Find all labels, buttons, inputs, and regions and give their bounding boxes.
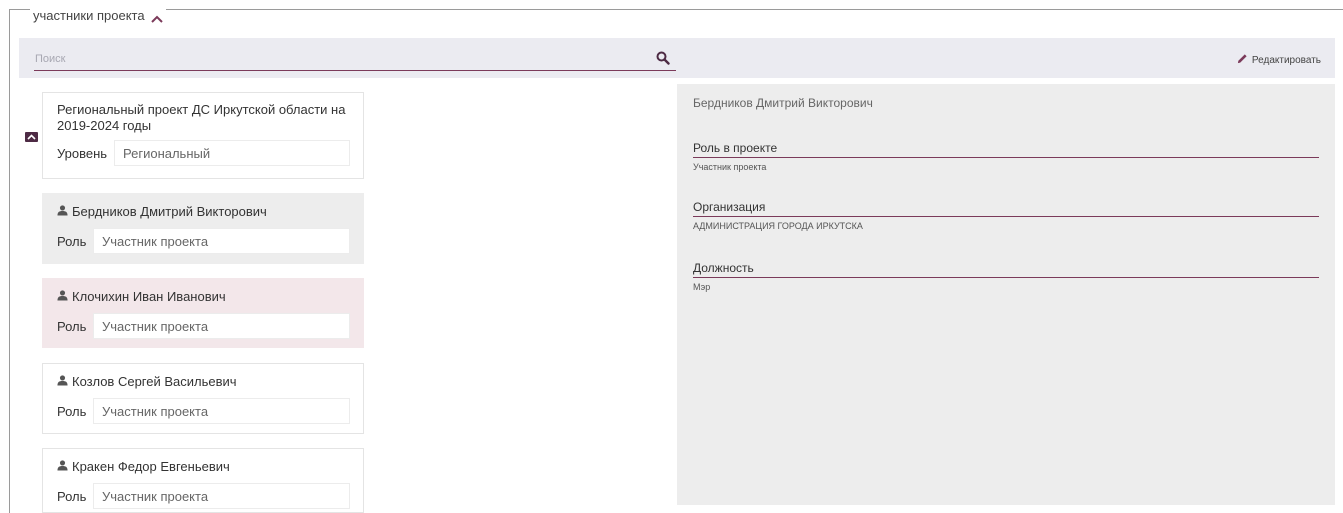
participant-card[interactable]: Бердников Дмитрий Викторович Роль Участн… bbox=[42, 193, 364, 264]
participant-role-row: Роль Участник проекта bbox=[57, 398, 350, 424]
chevron-up-icon[interactable] bbox=[150, 12, 163, 23]
user-icon bbox=[57, 289, 68, 304]
participant-name-row: Бердников Дмитрий Викторович bbox=[57, 204, 350, 219]
role-label: Роль bbox=[57, 318, 87, 334]
edit-button-label: Редактировать bbox=[1251, 54, 1321, 66]
role-label: Роль bbox=[57, 403, 87, 419]
user-icon bbox=[57, 459, 68, 474]
participant-card[interactable]: Клочихин Иван Иванович Роль Участник про… bbox=[42, 278, 364, 348]
detail-position-value: Мэр bbox=[693, 282, 711, 292]
participant-name-row: Клочихин Иван Иванович bbox=[57, 289, 350, 304]
user-icon bbox=[57, 374, 68, 389]
detail-role-field: Роль в проекте Участник проекта bbox=[693, 141, 1319, 172]
role-label: Роль bbox=[57, 233, 87, 249]
role-value: Участник проекта bbox=[93, 398, 350, 424]
project-level-row: Уровень Региональный bbox=[57, 140, 350, 166]
participant-name: Бердников Дмитрий Викторович bbox=[72, 204, 267, 219]
detail-org-label: Организация bbox=[693, 200, 1319, 217]
participant-detail-panel: Бердников Дмитрий Викторович Роль в прое… bbox=[677, 84, 1335, 505]
pencil-icon bbox=[1237, 53, 1248, 67]
participant-role-row: Роль Участник проекта bbox=[57, 483, 350, 509]
edit-button[interactable]: Редактировать bbox=[1237, 53, 1321, 67]
role-value: Участник проекта bbox=[93, 228, 350, 254]
participant-card[interactable]: Козлов Сергей Васильевич Роль Участник п… bbox=[42, 363, 364, 434]
participant-role-row: Роль Участник проекта bbox=[57, 228, 350, 254]
participant-name: Кракен Федор Евгеньевич bbox=[72, 459, 230, 474]
search-box bbox=[34, 48, 676, 71]
detail-org-value: АДМИНИСТРАЦИЯ ГОРОДА ИРКУТСКА bbox=[693, 221, 863, 231]
role-value: Участник проекта bbox=[93, 313, 350, 339]
participant-name: Клочихин Иван Иванович bbox=[72, 289, 226, 304]
participant-name-row: Кракен Федор Евгеньевич bbox=[57, 459, 350, 474]
collapse-button[interactable] bbox=[25, 132, 38, 142]
participant-card[interactable]: Кракен Федор Евгеньевич Роль Участник пр… bbox=[42, 448, 364, 513]
level-value: Региональный bbox=[114, 140, 350, 166]
detail-position-label: Должность bbox=[693, 261, 1319, 278]
search-icon[interactable] bbox=[656, 51, 670, 65]
detail-role-value: Участник проекта bbox=[693, 162, 767, 172]
detail-position-field: Должность Мэр bbox=[693, 261, 1319, 292]
project-card[interactable]: Региональный проект ДС Иркутской области… bbox=[42, 92, 364, 179]
detail-name: Бердников Дмитрий Викторович bbox=[693, 96, 873, 110]
search-input[interactable] bbox=[34, 48, 634, 69]
level-label: Уровень bbox=[57, 145, 108, 161]
section-title: участники проекта bbox=[33, 8, 145, 23]
participant-role-row: Роль Участник проекта bbox=[57, 313, 350, 339]
participant-name-row: Козлов Сергей Васильевич bbox=[57, 374, 350, 389]
role-value: Участник проекта bbox=[93, 483, 350, 509]
section-header[interactable]: участники проекта bbox=[30, 8, 166, 24]
toolbar: Редактировать bbox=[19, 38, 1335, 78]
detail-role-label: Роль в проекте bbox=[693, 141, 1319, 158]
participant-name: Козлов Сергей Васильевич bbox=[72, 374, 237, 389]
user-icon bbox=[57, 204, 68, 219]
chevron-up-icon bbox=[25, 132, 38, 142]
detail-org-field: Организация АДМИНИСТРАЦИЯ ГОРОДА ИРКУТСК… bbox=[693, 200, 1319, 231]
project-title: Региональный проект ДС Иркутской области… bbox=[57, 102, 346, 133]
role-label: Роль bbox=[57, 488, 87, 504]
